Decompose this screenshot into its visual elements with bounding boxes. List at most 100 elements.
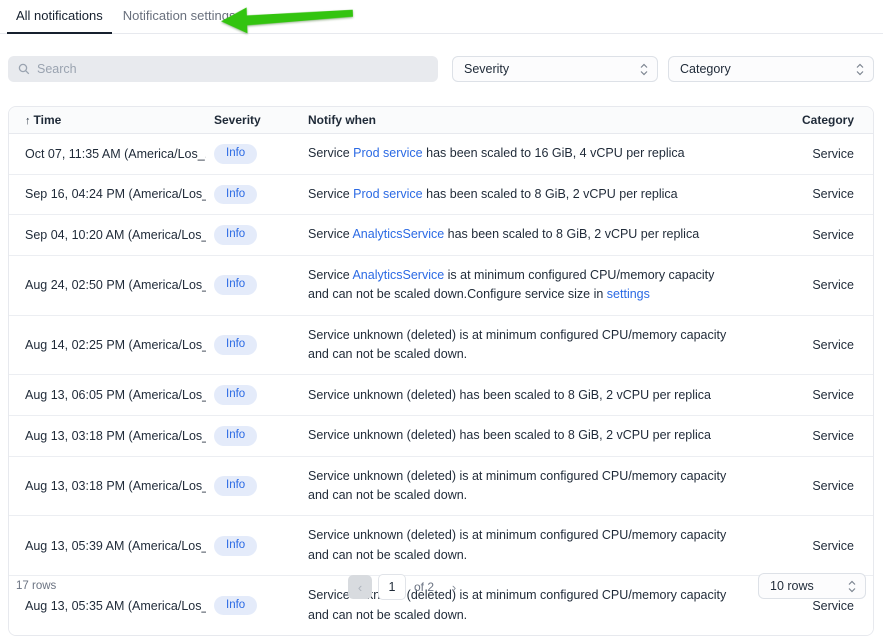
notify-text: Service [308,227,352,241]
row-category: Service [743,255,873,315]
tab-all-notifications[interactable]: All notifications [7,0,112,33]
notify-text: Service [308,187,353,201]
row-notify-when: Service unknown (deleted) is at minimum … [300,315,743,375]
row-severity: Info [206,215,300,256]
table-header-row: ↑Time Severity Notify when Category [9,107,873,134]
notify-link[interactable]: AnalyticsService [352,268,444,282]
notify-link[interactable]: AnalyticsService [352,227,444,241]
row-notify-when: Service Prod service has been scaled to … [300,134,743,175]
page-size-select[interactable]: 10 rows [758,573,866,599]
row-category: Service [743,375,873,416]
row-severity: Info [206,174,300,215]
notify-text: has been scaled to 8 GiB, 2 vCPU per rep… [444,227,699,241]
row-time: Aug 13, 05:39 AM (America/Los_... [9,516,206,576]
table-footer: 17 rows ‹ of 2 › 10 rows [8,573,874,601]
row-category: Service [743,416,873,457]
row-notify-when: Service unknown (deleted) has been scale… [300,375,743,416]
notify-text: has been scaled to 16 GiB, 4 vCPU per re… [423,146,685,160]
page-number-input[interactable] [378,574,406,600]
filter-bar: Search Severity Category [8,56,874,82]
row-time: Aug 13, 03:18 PM (America/Los_... [9,456,206,516]
table-row: Sep 04, 10:20 AM (America/Los_... Info Ser… [9,215,873,256]
category-select[interactable]: Category [668,56,874,82]
category-select-value: Category [680,62,731,76]
row-severity: Info [206,516,300,576]
row-severity: Info [206,255,300,315]
row-notify-when: Service unknown (deleted) is at minimum … [300,516,743,576]
row-notify-when: Service unknown (deleted) is at minimum … [300,456,743,516]
table-row: Sep 16, 04:24 PM (America/Los_... Info Ser… [9,174,873,215]
notify-link[interactable]: Prod service [353,146,422,160]
notifications-table: ↑Time Severity Notify when Category Oct … [8,106,874,636]
page-size-value: 10 rows [770,579,814,593]
row-time: Aug 24, 02:50 PM (America/Los_... [9,255,206,315]
notify-text: Service unknown (deleted) has been scale… [308,388,711,402]
row-severity: Info [206,315,300,375]
row-time: Aug 13, 03:18 PM (America/Los_... [9,416,206,457]
row-severity: Info [206,134,300,175]
row-category: Service [743,174,873,215]
notify-text: has been scaled to 8 GiB, 2 vCPU per rep… [423,187,678,201]
notify-text: Service unknown (deleted) is at minimum … [308,469,726,502]
row-count-label: 17 rows [16,580,56,592]
row-time: Oct 07, 11:35 AM (America/Los_... [9,134,206,175]
severity-badge: Info [214,144,257,164]
row-time: Aug 13, 06:05 PM (America/Los_... [9,375,206,416]
notify-link[interactable]: settings [607,287,650,301]
row-severity: Info [206,416,300,457]
table-row: Aug 14, 02:25 PM (America/Los_... Info Ser… [9,315,873,375]
chevron-updown-icon [856,63,864,76]
next-page-button[interactable]: › [442,575,466,599]
row-severity: Info [206,375,300,416]
row-time: Sep 16, 04:24 PM (America/Los_... [9,174,206,215]
row-notify-when: Service unknown (deleted) has been scale… [300,416,743,457]
table-row: Aug 13, 05:39 AM (America/Los_... Info Ser… [9,516,873,576]
table-row: Oct 07, 11:35 AM (America/Los_... Info Ser… [9,134,873,175]
severity-badge: Info [214,426,257,446]
previous-page-button[interactable]: ‹ [348,575,372,599]
row-category: Service [743,134,873,175]
pagination: ‹ of 2 › [348,573,466,601]
severity-badge: Info [214,225,257,245]
severity-badge: Info [214,476,257,496]
severity-select-value: Severity [464,62,509,76]
column-header-severity: Severity [206,107,300,134]
notify-text: Service unknown (deleted) is at minimum … [308,328,726,361]
row-category: Service [743,456,873,516]
severity-badge: Info [214,536,257,556]
table-body: Oct 07, 11:35 AM (America/Los_... Info Ser… [9,134,873,635]
row-notify-when: Service AnalyticsService has been scaled… [300,215,743,256]
notify-text: Service unknown (deleted) is at minimum … [308,528,726,561]
row-time: Aug 14, 02:25 PM (America/Los_... [9,315,206,375]
table-row: Aug 13, 06:05 PM (America/Los_... Info Ser… [9,375,873,416]
table-row: Aug 13, 03:18 PM (America/Los_... Info Ser… [9,456,873,516]
severity-select[interactable]: Severity [452,56,658,82]
notify-text: Service [308,268,352,282]
page-total-label: of 2 [414,580,434,594]
notify-text: Service [308,146,353,160]
row-notify-when: Service AnalyticsService is at minimum c… [300,255,743,315]
table-row: Aug 13, 03:18 PM (America/Los_... Info Ser… [9,416,873,457]
severity-badge: Info [214,385,257,405]
search-input[interactable]: Search [8,56,438,82]
tab-bar: All notifications Notification settings [0,0,883,34]
notify-link[interactable]: Prod service [353,187,422,201]
chevron-updown-icon [848,580,856,593]
severity-badge: Info [214,275,257,295]
row-category: Service [743,315,873,375]
severity-badge: Info [214,185,257,205]
severity-badge: Info [214,335,257,355]
row-notify-when: Service Prod service has been scaled to … [300,174,743,215]
tab-notification-settings[interactable]: Notification settings [114,0,245,33]
row-category: Service [743,516,873,576]
search-icon [18,63,30,75]
table-row: Aug 24, 02:50 PM (America/Los_... Info Ser… [9,255,873,315]
column-header-notify-when: Notify when [300,107,743,134]
row-severity: Info [206,456,300,516]
sort-ascending-icon: ↑ [25,115,31,127]
row-time: Sep 04, 10:20 AM (America/Los_... [9,215,206,256]
column-header-time[interactable]: ↑Time [9,107,206,134]
row-category: Service [743,215,873,256]
search-placeholder: Search [37,62,77,76]
chevron-updown-icon [640,63,648,76]
